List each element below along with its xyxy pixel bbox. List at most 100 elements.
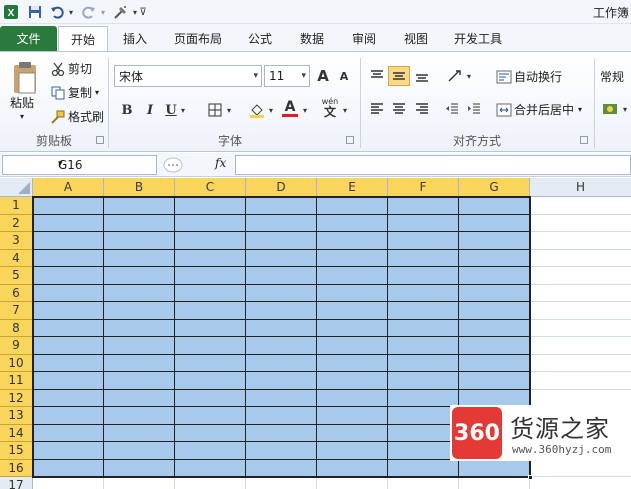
currency-format-icon[interactable] — [600, 99, 622, 119]
cell-f1[interactable] — [388, 197, 459, 215]
cell-d4[interactable] — [246, 249, 317, 267]
cell-d5[interactable] — [246, 267, 317, 285]
tab-insert[interactable]: 插入 — [112, 26, 158, 52]
cell-b16[interactable] — [104, 459, 175, 477]
row-header-13[interactable]: 13 — [0, 407, 33, 425]
align-right-icon[interactable] — [411, 99, 433, 119]
cell-c1[interactable] — [175, 197, 246, 215]
tab-data[interactable]: 数据 — [290, 26, 334, 52]
font-name-combo[interactable]: 宋体 ▾ — [114, 65, 262, 87]
cell-e17[interactable] — [317, 477, 388, 489]
align-bottom-icon[interactable] — [411, 66, 433, 86]
row-header-14[interactable]: 14 — [0, 424, 33, 442]
cell-e9[interactable] — [317, 337, 388, 355]
cell-c17[interactable] — [175, 477, 246, 489]
tab-developer[interactable]: 开发工具 — [446, 26, 510, 52]
cell-d7[interactable] — [246, 302, 317, 320]
select-all-corner[interactable] — [0, 178, 33, 197]
cell-g5[interactable] — [459, 267, 530, 285]
cell-h1[interactable] — [530, 197, 631, 215]
customize-qat-icon[interactable]: ⊽ — [138, 3, 148, 21]
cell-f4[interactable] — [388, 249, 459, 267]
font-color-dropdown-icon[interactable]: ▾ — [300, 100, 310, 120]
font-size-dropdown-icon[interactable]: ▾ — [301, 71, 306, 81]
underline-dropdown-icon[interactable]: ▾ — [178, 100, 188, 120]
format-painter-button[interactable]: 格式刷 — [50, 108, 104, 125]
cell-d14[interactable] — [246, 424, 317, 442]
cell-b15[interactable] — [104, 442, 175, 460]
increase-indent-icon[interactable] — [463, 99, 485, 119]
cell-a17[interactable] — [33, 477, 104, 489]
cell-c16[interactable] — [175, 459, 246, 477]
cell-f8[interactable] — [388, 319, 459, 337]
cell-f15[interactable] — [388, 442, 459, 460]
row-header-12[interactable]: 12 — [0, 389, 33, 407]
column-header-g[interactable]: G — [459, 178, 530, 197]
cut-button[interactable]: 剪切 — [50, 60, 92, 77]
cell-e2[interactable] — [317, 214, 388, 232]
cell-d17[interactable] — [246, 477, 317, 489]
cell-f17[interactable] — [388, 477, 459, 489]
cell-c3[interactable] — [175, 232, 246, 250]
cell-h11[interactable] — [530, 372, 631, 390]
cell-b8[interactable] — [104, 319, 175, 337]
cell-h3[interactable] — [530, 232, 631, 250]
cell-e8[interactable] — [317, 319, 388, 337]
cell-h8[interactable] — [530, 319, 631, 337]
borders-icon[interactable] — [204, 100, 226, 120]
cell-d12[interactable] — [246, 389, 317, 407]
paste-dropdown-icon[interactable]: ▾ — [20, 112, 24, 121]
cell-d13[interactable] — [246, 407, 317, 425]
cell-e5[interactable] — [317, 267, 388, 285]
cell-b11[interactable] — [104, 372, 175, 390]
cell-g6[interactable] — [459, 284, 530, 302]
cell-d6[interactable] — [246, 284, 317, 302]
cell-e10[interactable] — [317, 354, 388, 372]
tab-file[interactable]: 文件 — [0, 26, 57, 52]
row-header-11[interactable]: 11 — [0, 372, 33, 390]
cell-e6[interactable] — [317, 284, 388, 302]
cell-c2[interactable] — [175, 214, 246, 232]
cell-g9[interactable] — [459, 337, 530, 355]
name-box-dropdown-icon[interactable]: ▾ — [58, 159, 152, 169]
cell-g4[interactable] — [459, 249, 530, 267]
cell-a4[interactable] — [33, 249, 104, 267]
tab-formulas[interactable]: 公式 — [238, 26, 282, 52]
italic-button[interactable]: I — [139, 100, 161, 120]
cell-c8[interactable] — [175, 319, 246, 337]
cell-a7[interactable] — [33, 302, 104, 320]
cell-f7[interactable] — [388, 302, 459, 320]
cell-b6[interactable] — [104, 284, 175, 302]
align-left-icon[interactable] — [366, 99, 388, 119]
cell-h10[interactable] — [530, 354, 631, 372]
cell-a15[interactable] — [33, 442, 104, 460]
row-header-16[interactable]: 16 — [0, 459, 33, 477]
cell-d2[interactable] — [246, 214, 317, 232]
cell-e14[interactable] — [317, 424, 388, 442]
copy-button[interactable]: 复制 ▾ — [50, 84, 99, 101]
cell-d10[interactable] — [246, 354, 317, 372]
tab-review[interactable]: 审阅 — [342, 26, 386, 52]
merge-center-button[interactable]: 合并后居中 ▾ — [496, 101, 582, 118]
column-header-b[interactable]: B — [104, 178, 175, 197]
cell-b17[interactable] — [104, 477, 175, 489]
merge-dropdown-icon[interactable]: ▾ — [578, 105, 582, 114]
cell-a10[interactable] — [33, 354, 104, 372]
cell-e12[interactable] — [317, 389, 388, 407]
cell-d9[interactable] — [246, 337, 317, 355]
fill-handle[interactable] — [528, 475, 533, 480]
orientation-icon[interactable] — [444, 66, 466, 86]
clipboard-dialog-launcher[interactable] — [96, 136, 104, 144]
cell-f2[interactable] — [388, 214, 459, 232]
cell-a14[interactable] — [33, 424, 104, 442]
phonetic-button[interactable]: wén 文 — [318, 98, 342, 119]
cell-g16[interactable] — [459, 459, 530, 477]
cell-g17[interactable] — [459, 477, 530, 489]
alignment-dialog-launcher[interactable] — [580, 136, 588, 144]
cell-c9[interactable] — [175, 337, 246, 355]
cell-a16[interactable] — [33, 459, 104, 477]
cell-h4[interactable] — [530, 249, 631, 267]
row-header-2[interactable]: 2 — [0, 214, 33, 232]
cell-g2[interactable] — [459, 214, 530, 232]
cell-f11[interactable] — [388, 372, 459, 390]
